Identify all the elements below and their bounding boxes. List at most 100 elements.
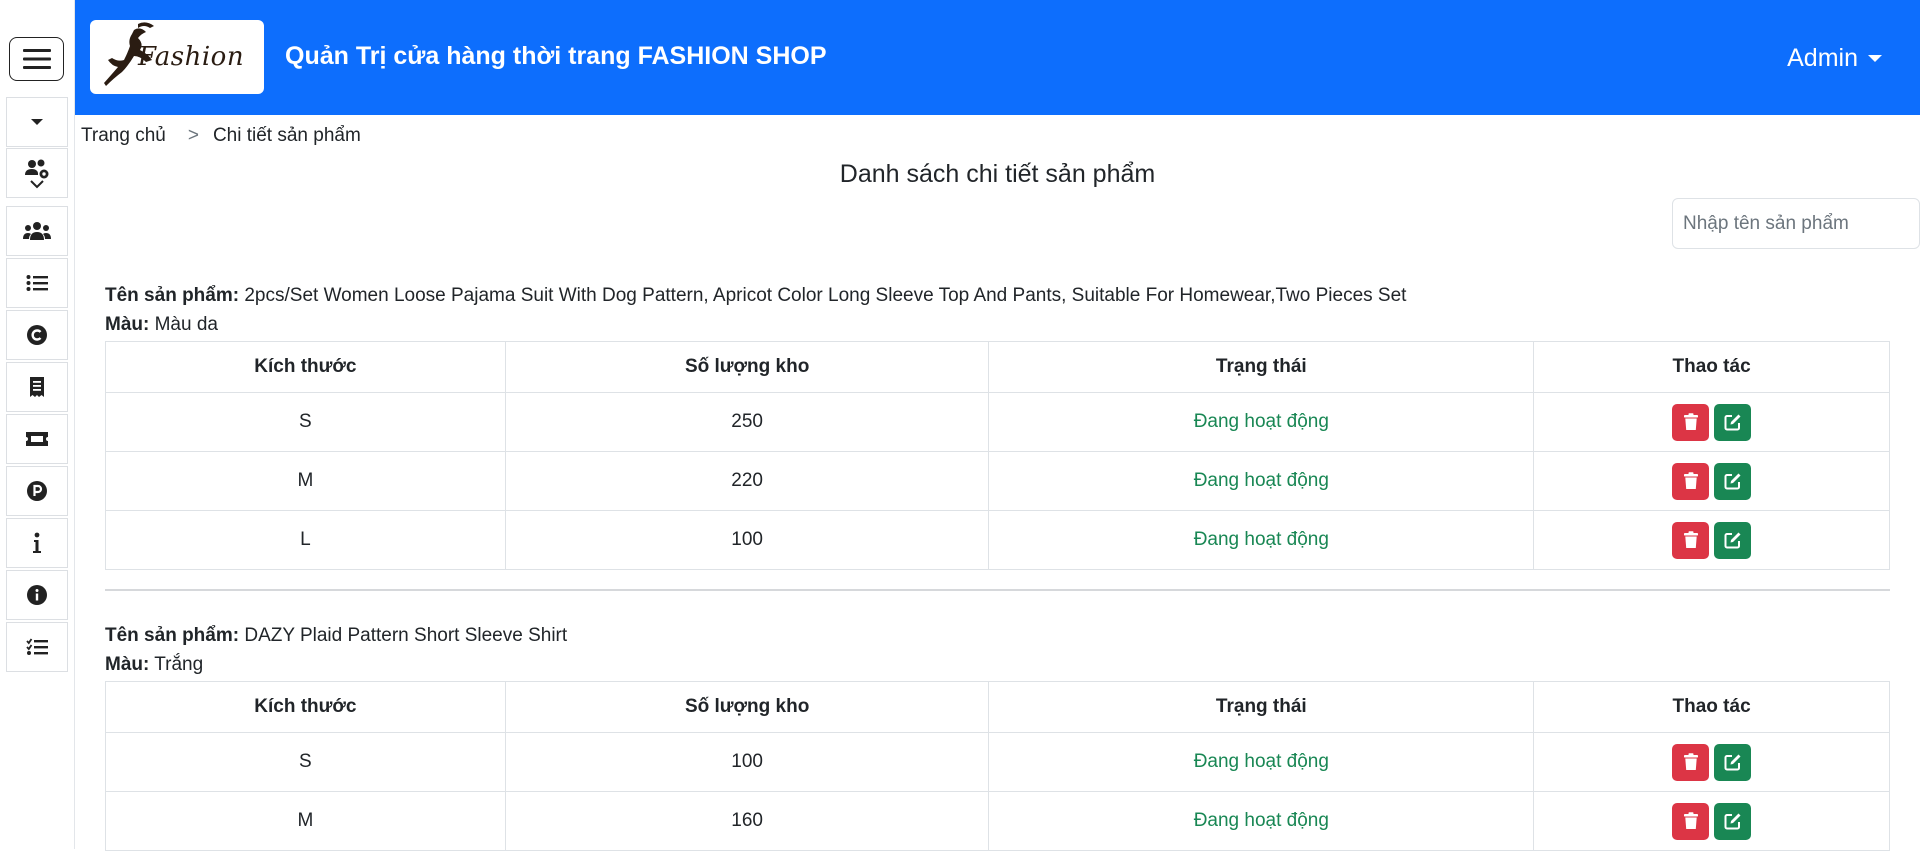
product-name-label: Tên sản phẩm: bbox=[105, 285, 240, 306]
col-header-actions: Thao tác bbox=[1533, 681, 1890, 733]
sidebar-item-list[interactable] bbox=[6, 258, 68, 308]
edit-button[interactable] bbox=[1714, 521, 1752, 559]
table-row: S 250 Đang hoạt động bbox=[105, 392, 1890, 452]
cell-stock: 250 bbox=[504, 392, 990, 452]
breadcrumb: Trang chủ > Chi tiết sản phẩm bbox=[81, 125, 361, 147]
cell-actions bbox=[1533, 510, 1890, 570]
cell-stock: 100 bbox=[504, 510, 990, 570]
cell-stock: 160 bbox=[504, 791, 990, 851]
menu-toggle-button[interactable] bbox=[9, 37, 64, 81]
edit-icon bbox=[1724, 532, 1741, 549]
edit-icon bbox=[1724, 754, 1741, 771]
product-name: 2pcs/Set Women Loose Pajama Suit With Do… bbox=[244, 285, 1407, 306]
product-name-label: Tên sản phẩm: bbox=[105, 625, 240, 646]
header-title: Quản Trị cửa hàng thời trang FASHION SHO… bbox=[285, 42, 827, 70]
product-info: Tên sản phẩm: DAZY Plaid Pattern Short S… bbox=[105, 621, 1890, 679]
edit-icon bbox=[1724, 473, 1741, 490]
cell-actions bbox=[1533, 791, 1890, 851]
sidebar-item-user-management[interactable] bbox=[6, 148, 68, 198]
ticket-icon bbox=[26, 432, 48, 446]
users-gear-icon bbox=[25, 159, 49, 178]
hamburger-icon bbox=[22, 49, 51, 69]
logo[interactable]: Fashion bbox=[90, 20, 264, 94]
sidebar-item-products[interactable] bbox=[6, 466, 68, 516]
list-icon bbox=[26, 275, 48, 291]
col-header-stock: Số lượng kho bbox=[504, 681, 990, 733]
table-header-row: Kích thước Số lượng kho Trạng thái Thao … bbox=[105, 681, 1890, 733]
copyright-icon bbox=[27, 325, 47, 345]
product-block: Tên sản phẩm: DAZY Plaid Pattern Short S… bbox=[105, 621, 1890, 851]
cell-status: Đang hoạt động bbox=[988, 732, 1535, 792]
table-header-row: Kích thước Số lượng kho Trạng thái Thao … bbox=[105, 341, 1890, 393]
info-circle-icon bbox=[27, 585, 47, 605]
sidebar bbox=[0, 0, 75, 849]
product-info: Tên sản phẩm: 2pcs/Set Women Loose Pajam… bbox=[105, 281, 1890, 339]
table-row: M 220 Đang hoạt động bbox=[105, 451, 1890, 511]
cell-stock: 100 bbox=[504, 732, 990, 792]
cell-size: S bbox=[105, 392, 506, 452]
edit-icon bbox=[1724, 414, 1741, 431]
size-table: Kích thước Số lượng kho Trạng thái Thao … bbox=[105, 681, 1890, 851]
trash-icon bbox=[1683, 413, 1698, 430]
delete-button[interactable] bbox=[1672, 462, 1710, 500]
caret-down-icon bbox=[1868, 55, 1882, 62]
sidebar-item-tasks[interactable] bbox=[6, 622, 68, 672]
delete-button[interactable] bbox=[1672, 802, 1710, 840]
cell-status: Đang hoạt động bbox=[988, 791, 1535, 851]
sidebar-item-vouchers[interactable] bbox=[6, 414, 68, 464]
product-color-label: Màu: bbox=[105, 314, 150, 335]
sidebar-item-dropdown[interactable] bbox=[6, 97, 68, 147]
table-row: L 100 Đang hoạt động bbox=[105, 510, 1890, 570]
sidebar-item-orders[interactable] bbox=[6, 362, 68, 412]
col-header-stock: Số lượng kho bbox=[504, 341, 990, 393]
delete-button[interactable] bbox=[1672, 521, 1710, 559]
product-color: Trắng bbox=[154, 654, 204, 675]
size-table: Kích thước Số lượng kho Trạng thái Thao … bbox=[105, 341, 1890, 570]
cell-status: Đang hoạt động bbox=[988, 510, 1535, 570]
product-block: Tên sản phẩm: 2pcs/Set Women Loose Pajam… bbox=[105, 281, 1890, 570]
table-row: M 160 Đang hoạt động bbox=[105, 791, 1890, 851]
parking-icon bbox=[27, 481, 47, 501]
info-icon bbox=[33, 532, 41, 553]
trash-icon bbox=[1683, 812, 1698, 829]
col-header-size: Kích thước bbox=[105, 341, 506, 393]
list-check-icon bbox=[26, 638, 48, 655]
cell-actions bbox=[1533, 392, 1890, 452]
delete-button[interactable] bbox=[1672, 403, 1710, 441]
col-header-status: Trạng thái bbox=[988, 681, 1535, 733]
caret-down-icon bbox=[31, 119, 43, 125]
sidebar-item-about[interactable] bbox=[6, 570, 68, 620]
cell-size: L bbox=[105, 510, 506, 570]
page-title: Danh sách chi tiết sản phẩm bbox=[839, 160, 1156, 188]
delete-button[interactable] bbox=[1672, 743, 1710, 781]
cell-stock: 220 bbox=[504, 451, 990, 511]
edit-icon bbox=[1724, 813, 1741, 830]
sidebar-item-users[interactable] bbox=[6, 206, 68, 256]
edit-button[interactable] bbox=[1714, 403, 1752, 441]
sidebar-item-category[interactable] bbox=[6, 310, 68, 360]
edit-button[interactable] bbox=[1714, 743, 1752, 781]
product-color-label: Màu: bbox=[105, 654, 150, 675]
col-header-actions: Thao tác bbox=[1533, 341, 1890, 393]
trash-icon bbox=[1683, 753, 1698, 770]
edit-button[interactable] bbox=[1714, 462, 1752, 500]
breadcrumb-separator: > bbox=[187, 125, 199, 146]
admin-dropdown[interactable]: Admin bbox=[1787, 44, 1882, 73]
trash-icon bbox=[1683, 531, 1698, 548]
cell-size: M bbox=[105, 791, 506, 851]
cell-size: M bbox=[105, 451, 506, 511]
cell-actions bbox=[1533, 732, 1890, 792]
breadcrumb-home-link[interactable]: Trang chủ bbox=[81, 125, 166, 147]
trash-icon bbox=[1683, 472, 1698, 489]
admin-label: Admin bbox=[1787, 44, 1858, 72]
sidebar-item-info[interactable] bbox=[6, 518, 68, 568]
receipt-icon bbox=[30, 377, 44, 397]
cell-size: S bbox=[105, 732, 506, 792]
edit-button[interactable] bbox=[1714, 802, 1752, 840]
product-name: DAZY Plaid Pattern Short Sleeve Shirt bbox=[244, 625, 568, 646]
col-header-size: Kích thước bbox=[105, 681, 506, 733]
table-row: S 100 Đang hoạt động bbox=[105, 732, 1890, 792]
search-input[interactable] bbox=[1672, 198, 1920, 249]
col-header-status: Trạng thái bbox=[988, 341, 1535, 393]
section-divider bbox=[105, 589, 1890, 591]
